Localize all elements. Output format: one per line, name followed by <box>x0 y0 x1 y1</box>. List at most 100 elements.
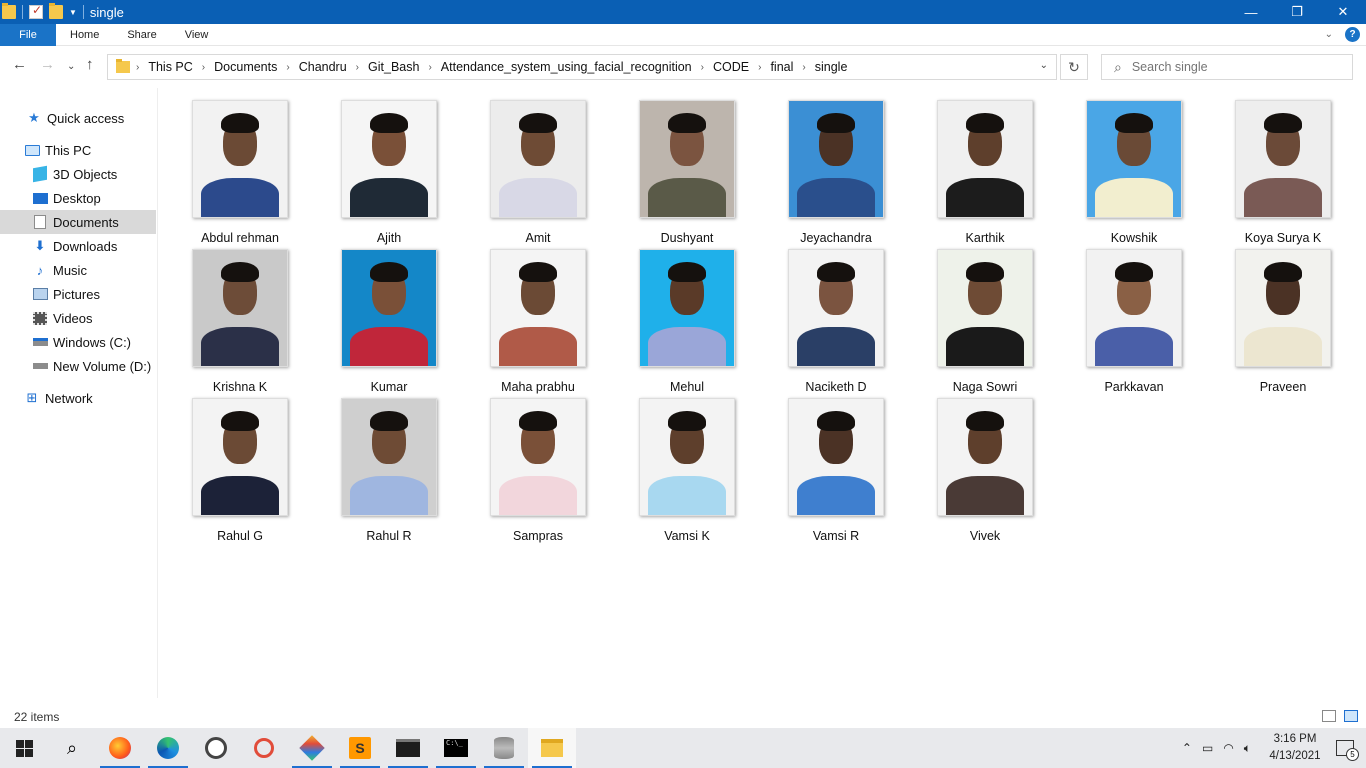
chevron-right-icon[interactable]: › <box>202 62 205 73</box>
sidebar-item-pictures[interactable]: Pictures <box>0 282 156 306</box>
file-item[interactable]: Parkkavan <box>1074 249 1194 395</box>
breadcrumb-code[interactable]: CODE <box>713 60 749 74</box>
file-item[interactable]: Dushyant <box>627 100 747 246</box>
sidebar-item-documents[interactable]: Documents <box>0 210 156 234</box>
thumbnail-hair <box>1264 261 1302 283</box>
taskbar-database[interactable] <box>480 728 528 768</box>
tab-file[interactable]: File <box>0 23 56 46</box>
recent-locations-chevron-icon[interactable]: ⌄ <box>67 61 75 72</box>
customize-toolbar-chevron-icon[interactable]: ▼ <box>69 8 77 17</box>
sidebar-item-downloads[interactable]: ⬇ Downloads <box>0 234 156 258</box>
file-item[interactable]: Rahul R <box>329 398 449 544</box>
maximize-button[interactable]: ❐ <box>1274 0 1320 24</box>
new-folder-icon[interactable] <box>49 3 63 19</box>
expand-ribbon-chevron-icon[interactable]: ⌄ <box>1325 29 1333 40</box>
details-view-icon[interactable] <box>1322 710 1336 722</box>
taskbar-clock-app[interactable] <box>192 728 240 768</box>
file-item[interactable]: Abdul rehman <box>180 100 300 246</box>
sidebar-item-videos[interactable]: Videos <box>0 306 156 330</box>
system-clock[interactable]: 3:16 PM 4/13/2021 <box>1264 731 1326 765</box>
computer-icon <box>24 143 40 157</box>
file-item[interactable]: Vamsi R <box>776 398 896 544</box>
tab-view[interactable]: View <box>171 24 223 46</box>
ribbon-tabs: File Home Share View ⌄ ? <box>0 23 1366 46</box>
close-button[interactable]: ✕ <box>1320 0 1366 24</box>
start-button[interactable] <box>0 728 48 768</box>
search-box[interactable]: ⌕ <box>1101 54 1353 80</box>
help-icon[interactable]: ? <box>1345 27 1360 42</box>
breadcrumb-attendance-system[interactable]: Attendance_system_using_facial_recogniti… <box>441 60 692 74</box>
up-arrow-icon[interactable]: ↑ <box>86 56 94 73</box>
file-item[interactable]: Koya Surya K <box>1223 100 1343 246</box>
file-item[interactable]: Vamsi K <box>627 398 747 544</box>
thumbnail-hair <box>370 261 408 283</box>
file-item[interactable]: Krishna K <box>180 249 300 395</box>
taskbar-file-explorer[interactable] <box>528 728 576 768</box>
file-item[interactable]: Jeyachandra <box>776 100 896 246</box>
taskbar-terminal[interactable] <box>384 728 432 768</box>
sidebar-item-music[interactable]: ♪ Music <box>0 258 156 282</box>
back-arrow-icon[interactable]: ← <box>12 56 27 73</box>
forward-arrow-icon[interactable]: → <box>40 56 55 73</box>
file-name: Naga Sowri <box>952 380 1018 394</box>
tab-share[interactable]: Share <box>113 24 170 46</box>
breadcrumb-git-bash[interactable]: Git_Bash <box>368 60 419 74</box>
minimize-button[interactable]: — <box>1228 0 1274 24</box>
taskbar-search-button[interactable]: ⌕ <box>48 728 96 768</box>
sidebar-item-new-volume-d[interactable]: New Volume (D:) <box>0 354 156 378</box>
chevron-right-icon[interactable]: › <box>286 62 289 73</box>
file-item[interactable]: Karthik <box>925 100 1045 246</box>
file-item[interactable]: Kumar <box>329 249 449 395</box>
file-item[interactable]: Sampras <box>478 398 598 544</box>
sidebar-item-quick-access[interactable]: ★ Quick access <box>0 106 156 130</box>
thumbnail-shirt <box>200 475 280 515</box>
file-item[interactable]: Naga Sowri <box>925 249 1045 395</box>
file-item[interactable]: Rahul G <box>180 398 300 544</box>
breadcrumb-final[interactable]: final <box>770 60 793 74</box>
file-item[interactable]: Amit <box>478 100 598 246</box>
chevron-up-icon[interactable]: ⌃ <box>1182 741 1192 755</box>
wifi-icon[interactable]: ◠ <box>1223 741 1233 755</box>
file-item[interactable]: Ajith <box>329 100 449 246</box>
chevron-right-icon[interactable]: › <box>758 62 761 73</box>
breadcrumb-single[interactable]: single <box>815 60 848 74</box>
network-icon: ⊞ <box>26 390 38 405</box>
chevron-right-icon[interactable]: › <box>802 62 805 73</box>
taskbar-git-app[interactable] <box>240 728 288 768</box>
large-icons-view-icon[interactable] <box>1344 710 1358 722</box>
file-item[interactable]: Naciketh D <box>776 249 896 395</box>
breadcrumb-chandru[interactable]: Chandru <box>299 60 347 74</box>
sidebar-item-desktop[interactable]: Desktop <box>0 186 156 210</box>
notification-center-icon[interactable]: 5 <box>1336 740 1359 761</box>
breadcrumb-this-pc[interactable]: This PC <box>148 60 192 74</box>
address-bar[interactable]: › This PC › Documents › Chandru › Git_Ba… <box>107 54 1057 80</box>
breadcrumb-documents[interactable]: Documents <box>214 60 277 74</box>
file-item[interactable]: Maha prabhu <box>478 249 598 395</box>
taskbar-sublime[interactable]: S <box>336 728 384 768</box>
sidebar-item-windows-c[interactable]: Windows (C:) <box>0 330 156 354</box>
properties-icon[interactable] <box>29 3 43 19</box>
volume-icon[interactable]: 🔈︎ <box>1244 741 1251 756</box>
taskbar-firefox[interactable] <box>96 728 144 768</box>
chevron-right-icon[interactable]: › <box>136 62 139 73</box>
drive-icon <box>32 335 48 349</box>
chevron-right-icon[interactable]: › <box>356 62 359 73</box>
file-item[interactable]: Mehul <box>627 249 747 395</box>
search-input[interactable] <box>1131 60 1332 74</box>
sidebar-item-3d-objects[interactable]: 3D Objects <box>0 162 156 186</box>
image-thumbnail <box>1086 249 1182 367</box>
chevron-right-icon[interactable]: › <box>701 62 704 73</box>
sidebar-item-network[interactable]: ⊞ Network <box>0 386 156 410</box>
refresh-button[interactable]: ↻ <box>1060 54 1088 80</box>
taskbar-command-prompt[interactable]: C:\_ <box>432 728 480 768</box>
file-item[interactable]: Praveen <box>1223 249 1343 395</box>
file-item[interactable]: Vivek <box>925 398 1045 544</box>
sidebar-item-this-pc[interactable]: This PC <box>0 138 156 162</box>
taskbar-gitkraken[interactable] <box>288 728 336 768</box>
address-dropdown-chevron-icon[interactable]: ⌄ <box>1040 60 1048 71</box>
battery-icon[interactable]: ▭ <box>1202 741 1213 755</box>
chevron-right-icon[interactable]: › <box>428 62 431 73</box>
tab-home[interactable]: Home <box>56 24 113 46</box>
taskbar-edge[interactable] <box>144 728 192 768</box>
file-item[interactable]: Kowshik <box>1074 100 1194 246</box>
